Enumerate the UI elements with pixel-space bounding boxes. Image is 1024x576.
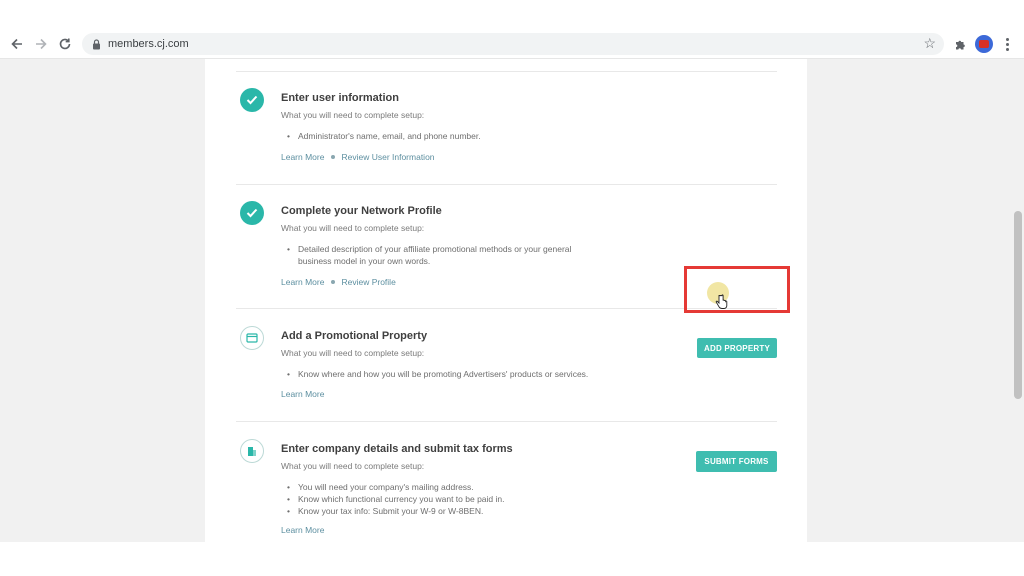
step-title: Complete your Network Profile (281, 205, 442, 217)
scrollbar[interactable] (1012, 59, 1024, 542)
step-title: Enter company details and submit tax for… (281, 443, 513, 455)
step-links: Learn More Review User Information (281, 152, 435, 162)
requirement-item: Know which functional currency you want … (281, 493, 504, 505)
bookmark-star-icon[interactable]: ☆ (923, 35, 936, 52)
forward-arrow-icon[interactable] (30, 30, 52, 58)
back-arrow-icon[interactable] (6, 30, 28, 58)
address-bar[interactable]: members.cj.com ☆ (82, 33, 944, 55)
step-subtitle: What you will need to complete setup: (281, 110, 425, 120)
step-links: Learn More Review Profile (281, 277, 396, 287)
requirement-item: Know your tax info: Submit your W-9 or W… (281, 505, 504, 517)
hand-pointer-cursor-icon (714, 294, 728, 310)
step-links: Learn More (281, 525, 324, 535)
requirement-item: You will need your company's mailing add… (281, 481, 504, 493)
check-circle-icon (240, 88, 264, 112)
learn-more-link[interactable]: Learn More (281, 277, 324, 287)
divider (236, 71, 777, 72)
step-subtitle: What you will need to complete setup: (281, 461, 425, 471)
browser-window: members.cj.com ☆ Enter user information … (0, 0, 1024, 576)
browser-window-icon (240, 326, 264, 350)
learn-more-link[interactable]: Learn More (281, 152, 324, 162)
requirement-item: Know where and how you will be promoting… (281, 368, 588, 380)
profile-avatar[interactable] (975, 35, 993, 53)
link-separator (331, 155, 336, 159)
requirement-item: Detailed description of your affiliate p… (281, 243, 571, 255)
learn-more-link[interactable]: Learn More (281, 389, 324, 399)
lock-icon (91, 38, 101, 50)
step-user-information: Enter user information What you will nee… (240, 88, 780, 168)
step-links: Learn More (281, 389, 324, 399)
divider (236, 184, 777, 185)
extensions-puzzle-icon[interactable] (950, 34, 970, 54)
url-text: members.cj.com (108, 38, 189, 50)
add-property-button[interactable]: ADD PROPERTY (697, 338, 777, 358)
building-icon (240, 439, 264, 463)
browser-toolbar: members.cj.com ☆ (0, 30, 1024, 58)
review-user-information-link[interactable]: Review User Information (341, 152, 434, 162)
requirements-list: Know where and how you will be promoting… (281, 368, 588, 380)
requirement-item-continued: business model in your own words. (298, 256, 431, 266)
scrollbar-thumb[interactable] (1014, 211, 1022, 399)
requirements-list: You will need your company's mailing add… (281, 481, 504, 517)
link-separator (331, 280, 336, 284)
bottom-bar (0, 542, 1024, 576)
step-title: Add a Promotional Property (281, 330, 428, 342)
learn-more-link[interactable]: Learn More (281, 525, 324, 535)
highlight-annotation-box (684, 266, 790, 313)
requirement-item: Administrator's name, email, and phone n… (281, 130, 481, 142)
step-subtitle: What you will need to complete setup: (281, 223, 425, 233)
reload-icon[interactable] (54, 30, 76, 58)
submit-forms-button[interactable]: SUBMIT FORMS (696, 451, 777, 472)
step-title: Enter user information (281, 92, 399, 104)
requirements-list: Detailed description of your affiliate p… (281, 243, 571, 267)
divider (236, 421, 777, 422)
more-menu-icon[interactable] (1000, 34, 1014, 54)
step-subtitle: What you will need to complete setup: (281, 348, 425, 358)
requirements-list: Administrator's name, email, and phone n… (281, 130, 481, 142)
review-profile-link[interactable]: Review Profile (341, 277, 395, 287)
check-circle-icon (240, 201, 264, 225)
